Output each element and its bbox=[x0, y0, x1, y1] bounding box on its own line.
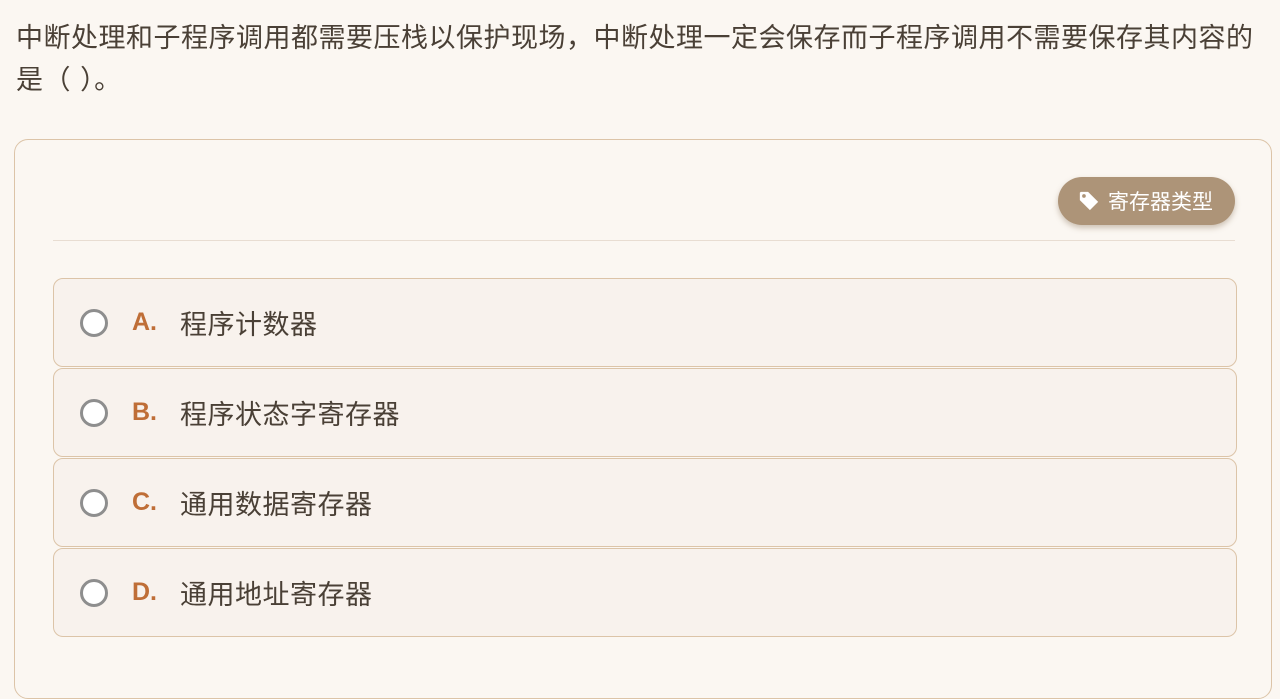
option-a[interactable]: A. 程序计数器 bbox=[53, 278, 1237, 367]
radio-button[interactable] bbox=[80, 308, 108, 337]
option-letter: D. bbox=[132, 578, 157, 606]
option-b[interactable]: B. 程序状态字寄存器 bbox=[53, 368, 1237, 457]
tag-icon bbox=[1079, 191, 1099, 211]
radio-button[interactable] bbox=[80, 398, 108, 427]
option-letter: A. bbox=[132, 308, 157, 336]
option-text: 程序计数器 bbox=[180, 310, 318, 341]
question-text: 中断处理和子程序调用都需要压栈以保护现场，中断处理一定会保存而子程序调用不需要保… bbox=[16, 23, 1254, 96]
option-d[interactable]: D. 通用地址寄存器 bbox=[53, 548, 1237, 637]
option-letter: B. bbox=[132, 398, 157, 426]
radio-button[interactable] bbox=[80, 578, 108, 607]
option-c[interactable]: C. 通用数据寄存器 bbox=[53, 458, 1237, 547]
tag-label: 寄存器类型 bbox=[1108, 190, 1213, 214]
answer-card: 寄存器类型 A. 程序计数器 B. 程序状态字寄存器 C. 通用数据寄存器 D.… bbox=[14, 139, 1272, 699]
option-text: 程序状态字寄存器 bbox=[180, 400, 400, 431]
option-text: 通用数据寄存器 bbox=[180, 490, 373, 521]
divider bbox=[53, 240, 1235, 241]
radio-button[interactable] bbox=[80, 488, 108, 517]
option-letter: C. bbox=[132, 488, 157, 516]
category-tag[interactable]: 寄存器类型 bbox=[1058, 177, 1235, 225]
option-text: 通用地址寄存器 bbox=[180, 580, 373, 611]
